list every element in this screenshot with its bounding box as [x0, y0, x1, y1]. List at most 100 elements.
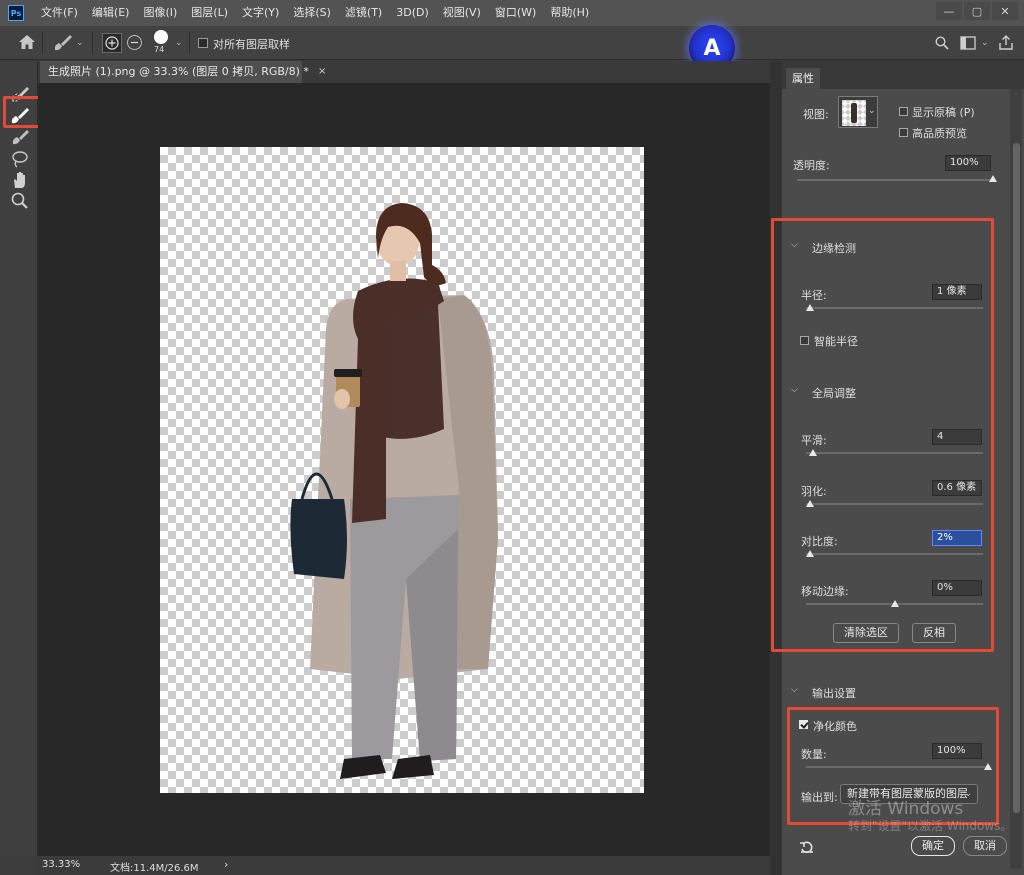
shift-edge-slider-thumb[interactable] [890, 600, 899, 607]
chevron-down-icon[interactable]: ⌵ [791, 240, 798, 250]
menu-window[interactable]: 窗口(W) [488, 0, 543, 26]
panel-scroll-thumb[interactable] [1013, 143, 1020, 813]
menu-3d[interactable]: 3D(D) [389, 0, 436, 26]
opacity-input[interactable]: 100% [945, 155, 991, 171]
hand-tool-icon[interactable] [9, 170, 31, 190]
amount-input[interactable]: 100% [932, 743, 982, 759]
smooth-slider-thumb[interactable] [809, 449, 818, 456]
global-refine-title[interactable]: 全局调整 [812, 385, 856, 401]
brush-size-preview[interactable] [154, 30, 168, 44]
show-original-label: 显示原稿 (P) [912, 106, 975, 119]
high-quality-checkbox[interactable] [899, 128, 908, 137]
view-label: 视图: [803, 108, 829, 121]
document-canvas[interactable] [160, 147, 644, 793]
feather-slider-track[interactable] [806, 503, 983, 505]
document-size: 文档:11.4M/26.6M [110, 863, 199, 874]
radius-input[interactable]: 1 像素 [932, 284, 982, 300]
edge-detection-title[interactable]: 边缘检测 [812, 240, 856, 256]
search-icon[interactable] [935, 36, 949, 50]
workspace-icon[interactable] [960, 36, 976, 50]
smart-radius-checkbox[interactable] [800, 336, 809, 345]
tool-bar [0, 61, 38, 856]
feather-slider-thumb[interactable] [805, 500, 814, 507]
menu-filter[interactable]: 滤镜(T) [338, 0, 389, 26]
feather-input[interactable]: 0.6 像素 [932, 480, 982, 496]
photoshop-logo-icon[interactable]: Ps [8, 5, 24, 21]
shift-edge-input[interactable]: 0% [932, 580, 982, 596]
radius-label: 半径: [801, 289, 827, 302]
plus-circle-icon [105, 36, 119, 50]
invert-button[interactable]: 反相 [912, 623, 956, 643]
ok-button[interactable]: 确定 [911, 836, 955, 856]
chevron-down-icon[interactable]: ⌵ [791, 685, 798, 695]
share-icon[interactable] [998, 35, 1014, 51]
document-tab-bar: 生成照片 (1).png @ 33.3% (图层 0 拷贝, RGB/8) * … [38, 61, 770, 83]
home-icon[interactable] [18, 34, 36, 50]
opacity-slider-thumb[interactable] [989, 175, 997, 182]
menu-view[interactable]: 视图(V) [436, 0, 488, 26]
canvas-workarea[interactable] [38, 83, 770, 855]
brush-tool-icon[interactable] [9, 127, 31, 147]
chevron-down-icon[interactable]: ⌵ [791, 385, 798, 395]
contrast-input[interactable]: 2% [932, 530, 982, 546]
radius-slider-thumb[interactable] [805, 304, 814, 311]
menu-file[interactable]: 文件(F) [34, 0, 85, 26]
smooth-input[interactable]: 4 [932, 429, 982, 445]
chevron-down-icon[interactable]: ⌄ [981, 38, 989, 48]
activation-watermark-title: 激活 Windows [848, 799, 964, 819]
menu-type[interactable]: 文字(Y) [235, 0, 286, 26]
panel-tab-bar: 属性 [782, 61, 1024, 89]
divider [42, 32, 43, 54]
zoom-tool-icon[interactable] [9, 191, 31, 211]
clear-selection-button[interactable]: 清除选区 [833, 623, 899, 643]
contrast-slider-track[interactable] [806, 553, 983, 555]
opacity-slider-track[interactable] [797, 179, 993, 181]
minimize-button[interactable]: — [936, 2, 962, 20]
output-settings-title[interactable]: 输出设置 [812, 685, 856, 701]
view-mode-thumbnail[interactable]: ⌄ [838, 96, 878, 128]
chevron-down-icon: ⌄ [868, 106, 876, 116]
menu-help[interactable]: 帮助(H) [543, 0, 596, 26]
reset-icon[interactable] [799, 840, 815, 854]
subtract-from-selection-button[interactable] [127, 35, 142, 50]
contrast-slider-thumb[interactable] [805, 550, 814, 557]
amount-slider-track[interactable] [806, 766, 988, 768]
tab-properties[interactable]: 属性 [786, 68, 820, 89]
shift-edge-label: 移动边缘: [801, 585, 849, 598]
menu-layer[interactable]: 图层(L) [184, 0, 235, 26]
menu-edit[interactable]: 编辑(E) [85, 0, 137, 26]
menu-image[interactable]: 图像(I) [136, 0, 184, 26]
contrast-label: 对比度: [801, 535, 838, 548]
sample-all-layers-label: 对所有图层取样 [213, 38, 290, 51]
menu-bar: Ps 文件(F) 编辑(E) 图像(I) 图层(L) 文字(Y) 选择(S) 滤… [0, 0, 1024, 26]
document-tab[interactable]: 生成照片 (1).png @ 33.3% (图层 0 拷贝, RGB/8) * [40, 61, 309, 83]
options-bar: ⌄ 74 ⌄ 对所有图层取样 ⌄ [0, 26, 1024, 60]
maximize-button[interactable]: ▢ [964, 2, 990, 20]
smooth-slider-track[interactable] [806, 452, 983, 454]
close-icon[interactable]: × [318, 66, 326, 77]
refine-brush-icon[interactable] [52, 33, 74, 53]
show-original-checkbox[interactable] [899, 107, 908, 116]
smart-radius-label: 智能半径 [814, 335, 858, 348]
zoom-level[interactable]: 33.33% [42, 859, 80, 870]
decontaminate-label: 净化颜色 [813, 720, 857, 733]
feather-label: 羽化: [801, 485, 827, 498]
chevron-down-icon[interactable]: ⌄ [76, 38, 84, 48]
minus-icon [131, 41, 138, 44]
status-menu-arrow[interactable]: › [224, 858, 228, 871]
decontaminate-checkbox[interactable] [799, 720, 808, 729]
add-to-selection-button[interactable] [102, 33, 122, 53]
chevron-down-icon[interactable]: ⌄ [175, 38, 183, 48]
radius-slider-track[interactable] [806, 307, 983, 309]
sample-all-layers-checkbox[interactable] [198, 38, 208, 48]
menu-select[interactable]: 选择(S) [286, 0, 338, 26]
opacity-label: 透明度: [793, 159, 830, 172]
amount-slider-thumb[interactable] [984, 763, 992, 770]
cancel-button[interactable]: 取消 [963, 836, 1007, 856]
output-to-label: 输出到: [801, 791, 838, 804]
activation-watermark-subtitle: 转到"设置"以激活 Windows。 [848, 819, 1013, 833]
tool-highlight-box [3, 96, 42, 128]
lasso-tool-icon[interactable] [9, 149, 31, 169]
close-window-button[interactable]: ✕ [992, 2, 1018, 20]
chevron-down-icon: ⌄ [964, 789, 972, 799]
